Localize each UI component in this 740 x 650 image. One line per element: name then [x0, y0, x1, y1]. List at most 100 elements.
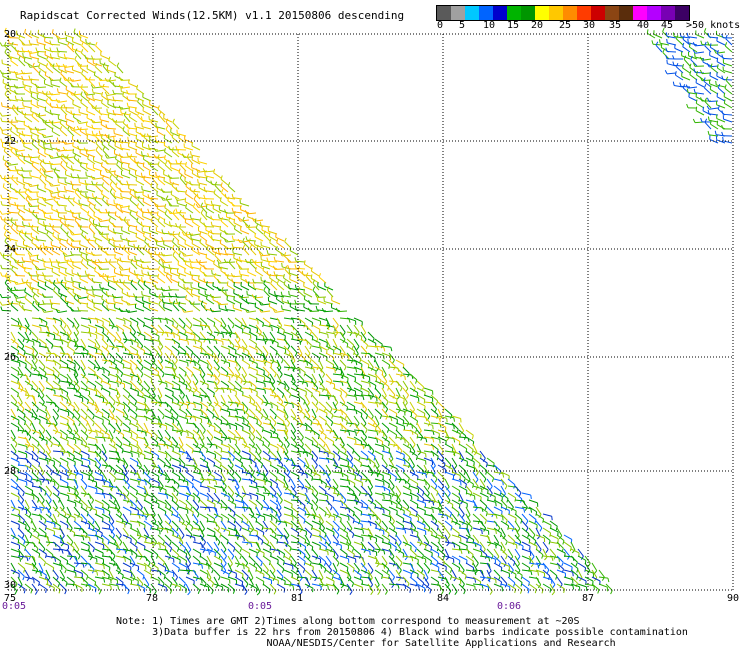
wind-barb: [577, 562, 587, 572]
wind-barb: [311, 324, 321, 334]
wind-barb: [220, 443, 230, 452]
wind-barb: [191, 141, 201, 151]
wind-barb: [225, 212, 236, 221]
wind-barb: [112, 96, 124, 102]
wind-barb: [472, 527, 483, 535]
wind-barb: [178, 520, 188, 530]
wind-barb: [156, 184, 166, 193]
wind-barb: [213, 429, 223, 439]
wind-barb: [192, 401, 203, 409]
wind-barb: [245, 236, 257, 242]
wind-barb: [85, 185, 96, 193]
wind-barb: [38, 352, 48, 362]
wind-barb: [115, 324, 124, 335]
lon-label-87: 87: [582, 593, 595, 604]
wind-barb: [168, 285, 180, 291]
wind-barb: [136, 492, 146, 501]
wind-barb: [86, 64, 96, 74]
wind-barb: [248, 359, 258, 368]
wind-barb: [45, 443, 51, 456]
wind-barb: [175, 186, 187, 193]
wind-barb: [423, 492, 431, 504]
wind-barb: [185, 450, 192, 463]
wind-barb: [374, 541, 381, 553]
wind-barb: [255, 478, 266, 486]
wind-barb: [121, 296, 131, 305]
wind-barb: [248, 569, 254, 582]
wind-barb: [311, 317, 322, 326]
wind-barb: [699, 69, 712, 75]
wind-barb: [241, 534, 249, 546]
wind-barb: [402, 569, 412, 578]
wind-barb: [248, 492, 259, 500]
wind-barb: [227, 422, 238, 431]
wind-barb: [105, 124, 117, 130]
wind-barb: [73, 408, 81, 420]
wind-barb: [715, 80, 726, 88]
wind-barb: [126, 291, 138, 298]
wind-barb: [206, 436, 213, 449]
wind-barb: [311, 541, 321, 550]
wind-barb: [78, 283, 89, 291]
wind-barb: [198, 282, 208, 291]
wind-barb: [248, 562, 258, 572]
wind-barb: [374, 513, 382, 525]
wind-barb: [21, 47, 33, 53]
wind-barb: [542, 583, 552, 593]
lat-label-26: 26: [4, 352, 17, 363]
wind-barb: [171, 401, 181, 410]
wind-barb: [360, 541, 367, 553]
wind-barb: [423, 394, 434, 402]
wind-barb: [707, 109, 719, 116]
wind-barb: [44, 120, 54, 130]
wind-barb: [38, 583, 47, 594]
wind-barb: [220, 373, 231, 381]
wind-barb: [30, 30, 40, 39]
wind-barb: [198, 275, 208, 284]
wind-barb: [288, 290, 299, 298]
wind-barb: [192, 394, 203, 402]
wind-barb: [142, 212, 152, 221]
wind-barb: [325, 513, 336, 521]
wind-barb: [311, 583, 322, 590]
wind-barb: [164, 513, 172, 525]
wind-barb: [255, 436, 265, 446]
wind-barb: [101, 513, 111, 523]
wind-barb: [556, 569, 566, 578]
wind-barb: [203, 264, 215, 270]
wind-barb: [64, 296, 75, 305]
wind-barb: [36, 94, 47, 102]
wind-barb: [395, 408, 406, 416]
wind-barb: [7, 82, 19, 88]
wind-barb: [269, 345, 278, 356]
wind-barb: [374, 352, 385, 360]
wind-barb: [381, 583, 388, 595]
wind-barb: [318, 331, 329, 339]
wind-barb: [49, 222, 61, 228]
wind-barb: [269, 324, 280, 332]
wind-barb: [255, 513, 266, 521]
wind-barb: [458, 450, 465, 463]
wind-barb: [213, 273, 222, 284]
wind-barb: [346, 394, 358, 401]
wind-barb: [10, 499, 16, 512]
wind-barb: [41, 293, 54, 298]
wind-barb: [192, 301, 201, 312]
wind-barb: [465, 583, 476, 591]
wind-barb: [262, 485, 271, 497]
wind-barb: [210, 200, 222, 207]
wind-barb: [8, 199, 19, 207]
wind-barb: [493, 527, 502, 538]
wind-barb: [129, 478, 140, 486]
wind-barb: [185, 387, 195, 397]
wind-barb: [172, 118, 180, 130]
wind-barb: [721, 131, 733, 137]
wind-barb: [209, 293, 222, 299]
wind-barb: [318, 583, 329, 590]
wind-barb: [7, 67, 19, 74]
wind-barb: [388, 506, 398, 515]
wind-barb: [213, 387, 225, 393]
wind-barb: [34, 112, 47, 117]
wind-barb: [101, 562, 111, 572]
wind-barb: [205, 240, 215, 249]
